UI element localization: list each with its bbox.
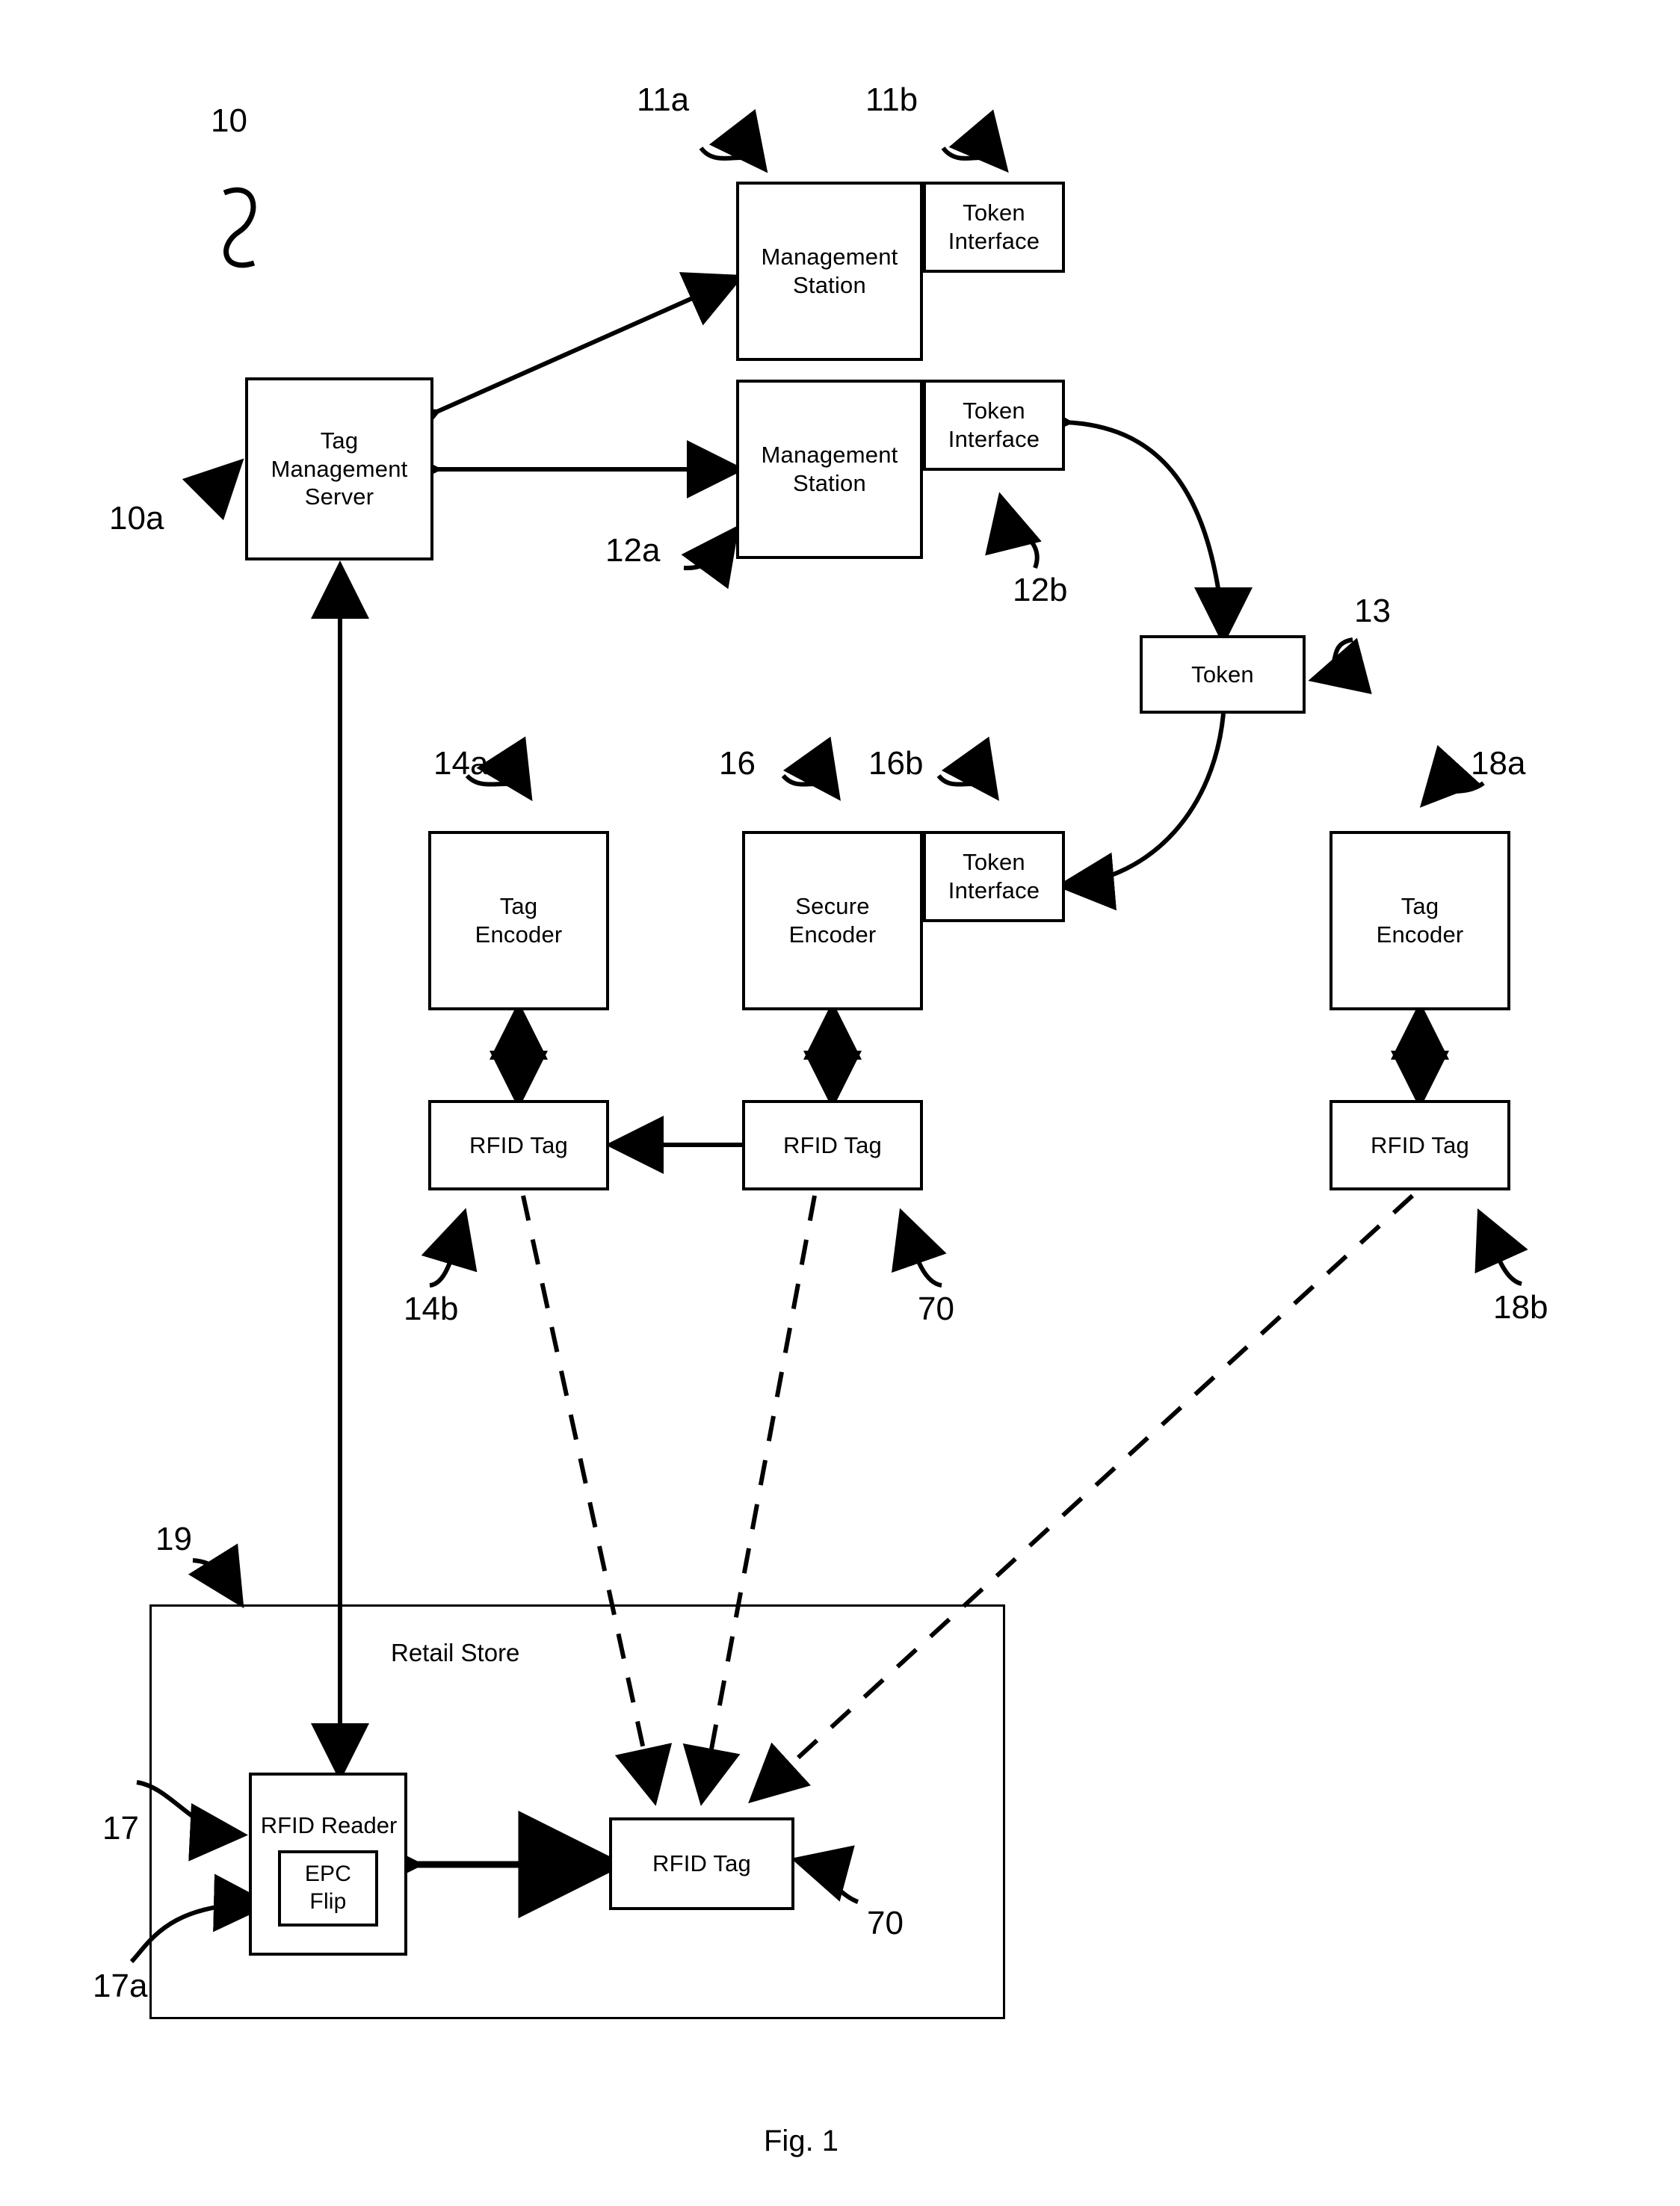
node-rfid-tag-mid[interactable]: RFID Tag: [742, 1100, 923, 1190]
ref-10: 10: [211, 102, 247, 139]
node-label: Tag Encoder: [1376, 893, 1464, 948]
node-tag-encoder-left[interactable]: Tag Encoder: [428, 831, 609, 1010]
ref-11a: 11a: [637, 81, 690, 118]
ref-17a: 17a: [93, 1968, 148, 2004]
node-rfid-tag-left[interactable]: RFID Tag: [428, 1100, 609, 1190]
ref-70-store: 70: [867, 1905, 904, 1941]
node-label: Token Interface: [948, 200, 1040, 254]
ref-17: 17: [102, 1810, 139, 1847]
node-label: Secure Encoder: [788, 893, 877, 948]
region-retail-store-label: Retail Store: [391, 1639, 520, 1666]
node-secure-encoder[interactable]: Secure Encoder: [742, 831, 923, 1010]
ref-19: 19: [155, 1521, 192, 1557]
ref-14a: 14a: [433, 745, 489, 782]
node-rfid-tag-right[interactable]: RFID Tag: [1330, 1100, 1510, 1190]
node-token-interface-mid[interactable]: Token Interface: [923, 380, 1065, 471]
node-label: EPC Flip: [304, 1861, 352, 1914]
node-label: Management Station: [761, 244, 898, 298]
ref-70-mid: 70: [918, 1291, 954, 1327]
node-management-station-top[interactable]: Management Station: [736, 182, 923, 361]
node-label: Token Interface: [948, 849, 1040, 903]
ref-16b: 16b: [868, 745, 924, 782]
node-label: Tag Encoder: [475, 893, 563, 948]
node-tag-management-server[interactable]: Tag Management Server: [245, 377, 433, 560]
node-label: Management Station: [761, 442, 898, 496]
node-label: Tag Management Server: [271, 427, 408, 510]
ref-10a: 10a: [109, 500, 164, 537]
node-label: RFID Tag: [469, 1131, 568, 1158]
node-token-interface-secure[interactable]: Token Interface: [923, 831, 1065, 922]
node-rfid-reader-label: RFID Reader: [260, 1812, 398, 1838]
ref-18a: 18a: [1471, 745, 1526, 782]
figure-caption: Fig. 1: [764, 2125, 839, 2157]
node-label: RFID Tag: [1371, 1131, 1469, 1158]
node-tag-encoder-right[interactable]: Tag Encoder: [1330, 831, 1510, 1010]
ref-18b: 18b: [1493, 1289, 1548, 1326]
patent-figure: Tag Management Server Management Station…: [0, 0, 1680, 2206]
node-label: Token: [1191, 661, 1254, 688]
node-token-interface-top[interactable]: Token Interface: [923, 182, 1065, 273]
ref-11b: 11b: [865, 81, 918, 118]
ref-14b: 14b: [404, 1291, 459, 1327]
node-management-station-mid[interactable]: Management Station: [736, 380, 923, 559]
node-token[interactable]: Token: [1140, 635, 1306, 714]
node-rfid-tag-store[interactable]: RFID Tag: [609, 1817, 794, 1910]
ref-16: 16: [719, 745, 756, 782]
node-label: RFID Tag: [783, 1131, 882, 1158]
ref-13: 13: [1354, 593, 1391, 629]
ref-12b: 12b: [1013, 572, 1068, 608]
node-epc-flip[interactable]: EPC Flip: [278, 1850, 378, 1927]
node-label: Token Interface: [948, 398, 1040, 452]
ref-12a: 12a: [605, 532, 661, 569]
node-label: RFID Tag: [652, 1850, 751, 1877]
